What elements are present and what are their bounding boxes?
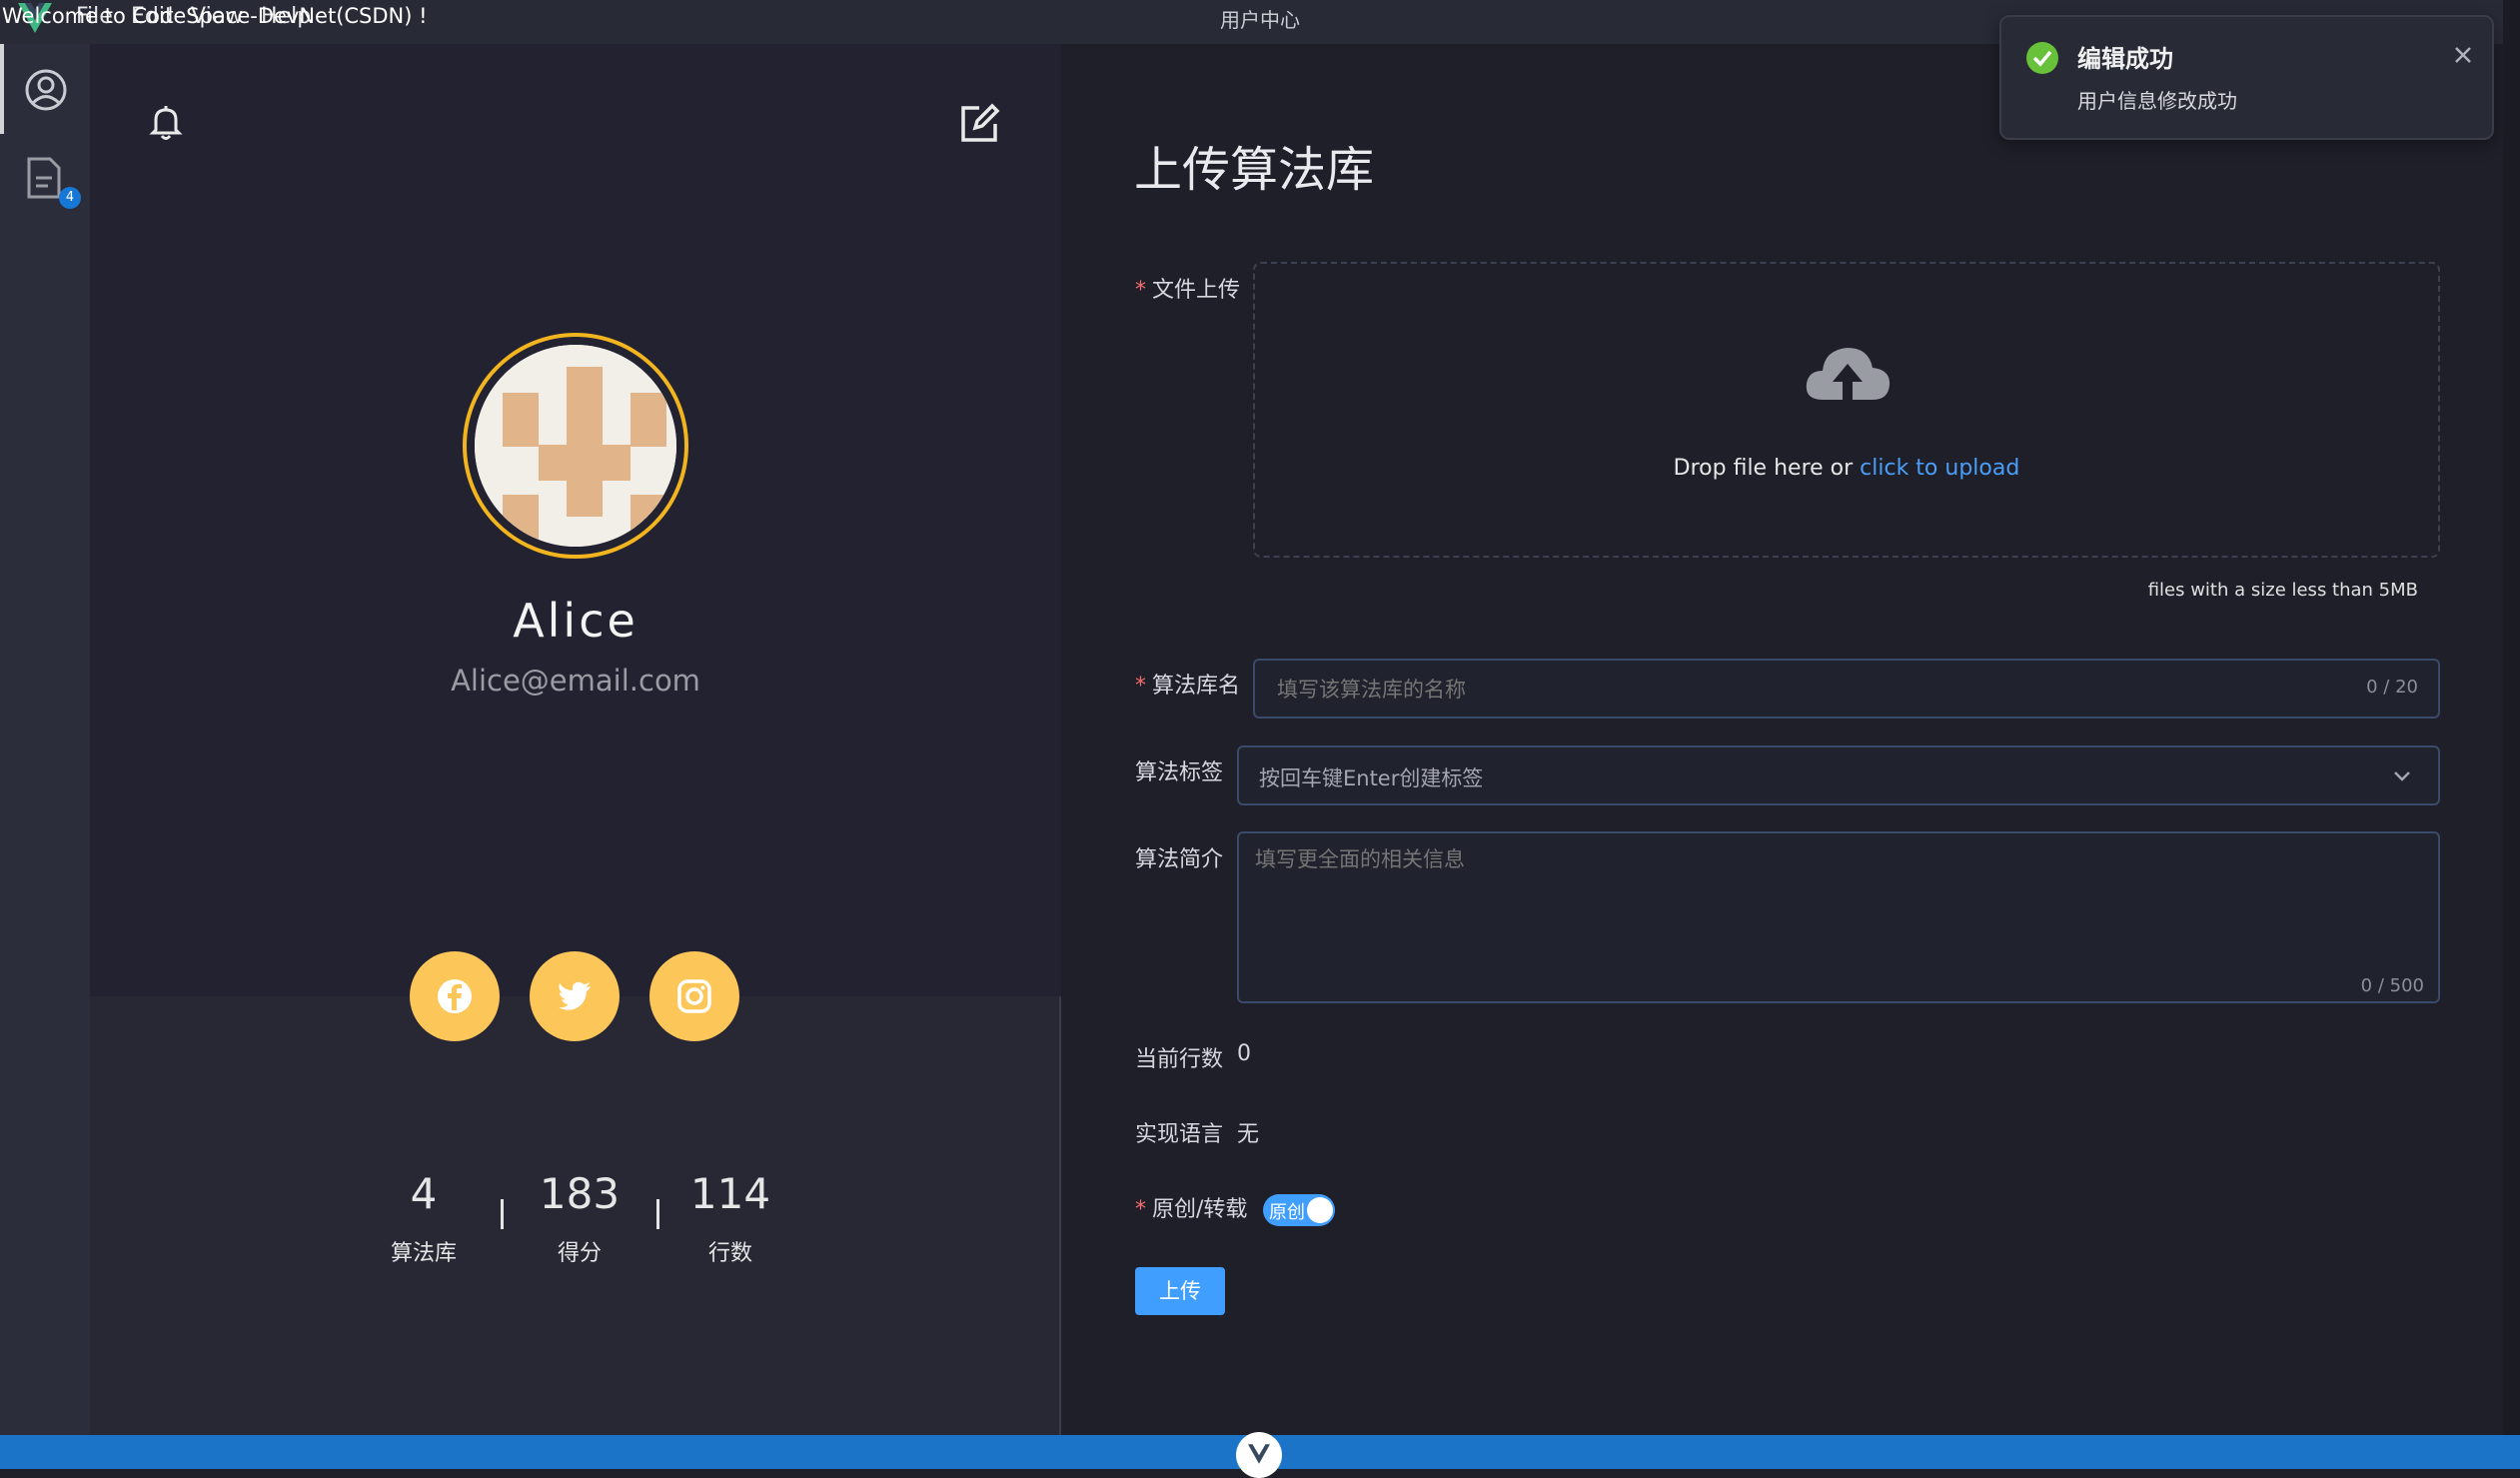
description-label: 算法简介	[1135, 847, 1224, 872]
original-switch[interactable]: 原创	[1263, 1194, 1335, 1226]
documents-badge: 4	[59, 187, 81, 209]
library-name-counter: 0 / 20	[2366, 677, 2418, 698]
twitter-icon	[559, 981, 591, 1010]
twitter-button[interactable]	[530, 951, 620, 1041]
stat-score-label: 得分	[557, 1241, 602, 1266]
upload-dropzone[interactable]	[1253, 262, 2440, 558]
bell-icon[interactable]	[144, 100, 188, 144]
stat-lines-label: 行数	[707, 1241, 752, 1266]
stat-libraries-value: 4	[410, 1169, 438, 1218]
notification-title: 编辑成功	[2077, 45, 2173, 73]
instagram-button[interactable]	[649, 951, 739, 1041]
tags-label: 算法标签	[1135, 760, 1224, 785]
library-name-label: * 算法库名	[1135, 674, 1241, 699]
check-circle-icon	[2026, 42, 2058, 74]
library-name-input[interactable]	[1275, 661, 2298, 719]
document-icon	[27, 157, 61, 199]
stat-lines-value: 114	[689, 1169, 771, 1218]
tags-select[interactable]: 按回车键Enter创建标签	[1237, 745, 2440, 805]
upload-hint: Drop file here or click to upload	[1673, 456, 2020, 481]
activity-documents[interactable]	[0, 134, 90, 224]
activity-bar	[0, 44, 90, 1435]
notification-message: 用户信息修改成功	[2077, 89, 2237, 113]
close-icon[interactable]	[2451, 43, 2475, 67]
click-to-upload-link[interactable]: click to upload	[1860, 456, 2019, 481]
switch-knob	[1307, 1197, 1333, 1223]
status-message: Welcome to CodeSpace-DevNet(CSDN) !	[2, 4, 428, 28]
vue-logo-icon	[1248, 1444, 1270, 1464]
submit-upload-button[interactable]: 上传	[1135, 1267, 1225, 1315]
stat-libraries-label: 算法库	[390, 1241, 457, 1266]
instagram-icon	[677, 979, 711, 1013]
original-switch-text: 原创	[1269, 1202, 1305, 1223]
facebook-button[interactable]	[410, 951, 500, 1041]
description-counter: 0 / 500	[2360, 975, 2424, 996]
chevron-down-icon	[2394, 771, 2410, 781]
line-count-label: 当前行数	[1135, 1047, 1224, 1072]
form-title: 上传算法库	[1134, 142, 1375, 198]
stat-score-value: 183	[539, 1169, 621, 1218]
success-notification: 编辑成功 用户信息修改成功	[1999, 15, 2494, 140]
window-edge	[2503, 0, 2520, 1469]
user-email: Alice@email.com	[451, 664, 700, 698]
original-label: * 原创/转载	[1135, 1197, 1248, 1222]
description-field[interactable]: 0 / 500	[1237, 831, 2440, 1003]
facebook-icon	[438, 979, 472, 1013]
description-textarea[interactable]	[1253, 841, 2426, 995]
user-circle-icon	[25, 69, 67, 111]
cloud-upload-icon	[1806, 348, 1890, 402]
line-count-value: 0	[1237, 1041, 1251, 1066]
edit-profile-icon[interactable]	[955, 100, 1003, 148]
language-label: 实现语言	[1135, 1122, 1224, 1147]
panel-toggle-button[interactable]	[1236, 1432, 1282, 1478]
upload-size-tip: files with a size less than 5MB	[2147, 580, 2418, 601]
avatar-image	[475, 345, 676, 547]
activity-profile[interactable]	[0, 44, 90, 134]
library-name-field[interactable]: 0 / 20	[1253, 659, 2440, 719]
language-value: 无	[1237, 1122, 1260, 1147]
file-upload-label: * 文件上传	[1135, 278, 1241, 303]
tags-placeholder: 按回车键Enter创建标签	[1259, 766, 1484, 790]
user-name: Alice	[513, 594, 638, 648]
